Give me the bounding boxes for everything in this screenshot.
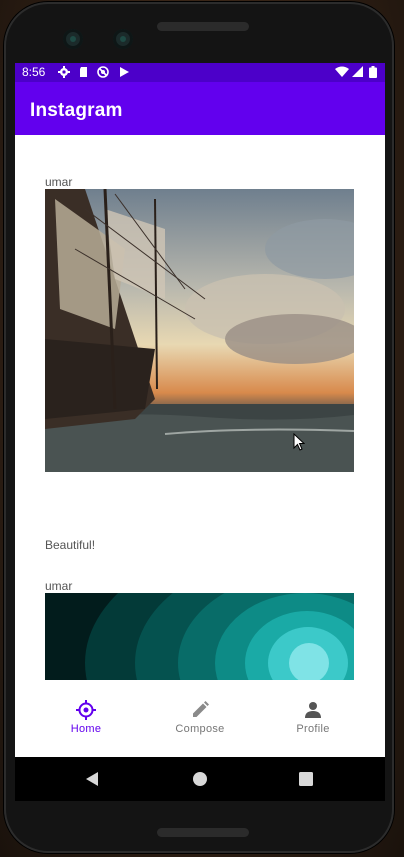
pencil-icon bbox=[193, 701, 209, 717]
system-navigation-bar bbox=[15, 757, 385, 801]
sailing-ship-sunset-image[interactable] bbox=[45, 189, 354, 472]
wifi-icon bbox=[335, 66, 349, 77]
app-title: Instagram bbox=[30, 100, 123, 121]
app-screen: 8:56 Instagram umar Beautiful! umar Home… bbox=[15, 63, 385, 757]
bottom-speaker bbox=[157, 828, 249, 837]
front-sensor-icon bbox=[113, 29, 133, 49]
recents-icon[interactable] bbox=[299, 772, 313, 786]
play-store-icon bbox=[120, 67, 129, 77]
back-icon[interactable] bbox=[85, 771, 99, 787]
signal-icon bbox=[352, 66, 363, 77]
post-username[interactable]: umar bbox=[45, 175, 72, 189]
app-bar: Instagram bbox=[15, 82, 385, 135]
bottom-navigation: Home Compose Profile bbox=[15, 680, 385, 757]
home-icon[interactable] bbox=[192, 771, 208, 787]
status-time: 8:56 bbox=[22, 65, 46, 79]
battery-icon bbox=[369, 66, 377, 78]
post-username[interactable]: umar bbox=[45, 579, 72, 593]
nav-compose-label: Compose bbox=[175, 723, 225, 735]
nav-home[interactable]: Home bbox=[24, 680, 148, 757]
top-speaker bbox=[157, 22, 249, 31]
sd-card-icon bbox=[80, 67, 87, 77]
mouse-cursor-icon bbox=[293, 433, 305, 451]
nav-compose[interactable]: Compose bbox=[138, 680, 262, 757]
nav-profile-label: Profile bbox=[296, 723, 330, 735]
no-sim-icon bbox=[97, 66, 109, 78]
post-feed[interactable]: umar Beautiful! umar bbox=[15, 135, 385, 680]
nav-profile[interactable]: Profile bbox=[251, 680, 375, 757]
status-bar: 8:56 bbox=[15, 63, 385, 82]
settings-icon bbox=[58, 66, 70, 78]
teal-abstract-image[interactable] bbox=[45, 593, 354, 680]
nav-home-label: Home bbox=[70, 723, 102, 735]
person-icon bbox=[305, 702, 321, 718]
home-compass-icon bbox=[76, 700, 96, 720]
post-caption: Beautiful! bbox=[45, 538, 96, 552]
front-camera-icon bbox=[63, 29, 83, 49]
